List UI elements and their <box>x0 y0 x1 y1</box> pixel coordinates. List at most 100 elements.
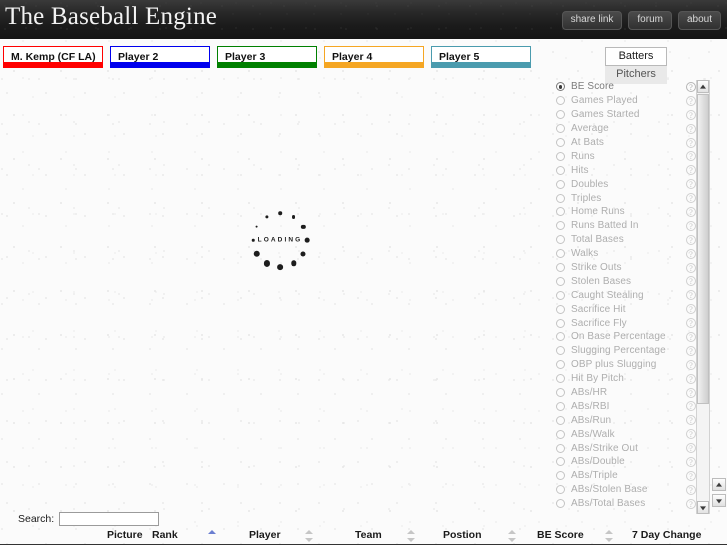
stat-option-row[interactable]: ABs/Stolen Base? <box>550 483 698 497</box>
help-icon[interactable]: ? <box>686 248 696 259</box>
help-icon[interactable]: ? <box>686 429 696 440</box>
stat-radio-button[interactable] <box>556 304 565 314</box>
stat-radio-button[interactable] <box>556 429 565 439</box>
stat-list-scrollbar[interactable] <box>696 80 710 514</box>
page-scroll-up-icon[interactable] <box>712 478 726 491</box>
stat-option-row[interactable]: Games Started? <box>550 108 698 122</box>
help-icon[interactable]: ? <box>686 276 696 287</box>
column-header-7-day-change[interactable]: 7 Day Change <box>632 529 701 541</box>
stat-option-row[interactable]: Slugging Percentage? <box>550 344 698 358</box>
stat-radio-button[interactable] <box>556 207 565 217</box>
column-header-picture[interactable]: Picture <box>107 529 143 541</box>
help-icon[interactable]: ? <box>686 290 696 301</box>
help-icon[interactable]: ? <box>686 373 696 384</box>
stat-option-row[interactable]: Triples? <box>550 191 698 205</box>
stat-option-row[interactable]: Sacrifice Hit? <box>550 302 698 316</box>
player-tab-3[interactable]: Player 3 <box>217 46 317 68</box>
stat-option-row[interactable]: ABs/Run? <box>550 413 698 427</box>
help-icon[interactable]: ? <box>686 415 696 426</box>
stat-radio-button[interactable] <box>556 332 565 342</box>
stat-option-row[interactable]: Doubles? <box>550 177 698 191</box>
player-tab-4[interactable]: Player 4 <box>324 46 424 68</box>
help-icon[interactable]: ? <box>686 206 696 217</box>
stat-option-row[interactable]: ABs/Triple? <box>550 469 698 483</box>
stat-radio-button[interactable] <box>556 179 565 189</box>
stat-radio-button[interactable] <box>556 124 565 134</box>
column-header-rank[interactable]: Rank <box>152 529 178 541</box>
stat-radio-button[interactable] <box>556 443 565 453</box>
stat-radio-button[interactable] <box>556 249 565 259</box>
stat-option-row[interactable]: Average? <box>550 122 698 136</box>
help-icon[interactable]: ? <box>686 456 696 467</box>
stat-option-row[interactable]: Total Bases? <box>550 233 698 247</box>
stat-radio-button[interactable] <box>556 290 565 300</box>
help-icon[interactable]: ? <box>686 137 696 148</box>
stat-radio-button[interactable] <box>556 138 565 147</box>
help-icon[interactable]: ? <box>686 220 696 231</box>
stat-option-row[interactable]: ABs/Walk? <box>550 427 698 441</box>
sort-arrow-icon[interactable] <box>407 530 415 542</box>
scroll-up-icon[interactable] <box>697 80 709 93</box>
stat-option-row[interactable]: Runs Batted In? <box>550 219 698 233</box>
stat-option-row[interactable]: Sacrifice Fly? <box>550 316 698 330</box>
stat-option-row[interactable]: ABs/Total Bases? <box>550 497 698 511</box>
page-scrollbar[interactable] <box>712 78 727 514</box>
help-icon[interactable]: ? <box>686 95 696 106</box>
stat-radio-button[interactable] <box>556 485 565 495</box>
player-tab-5[interactable]: Player 5 <box>431 46 531 68</box>
help-icon[interactable]: ? <box>686 109 696 120</box>
stat-option-row[interactable]: On Base Percentage? <box>550 330 698 344</box>
forum-button[interactable]: forum <box>628 11 672 30</box>
about-button[interactable]: about <box>677 11 721 30</box>
column-header-player[interactable]: Player <box>249 529 281 541</box>
help-icon[interactable]: ? <box>686 331 696 342</box>
sort-arrow-icon[interactable] <box>305 530 313 542</box>
stat-radio-button[interactable] <box>556 221 565 231</box>
stat-radio-button[interactable] <box>556 110 565 120</box>
stat-radio-button[interactable] <box>556 457 565 467</box>
stat-option-row[interactable]: ABs/RBI? <box>550 399 698 413</box>
stat-radio-button[interactable] <box>556 346 565 356</box>
sort-arrow-icon[interactable] <box>208 530 216 542</box>
stat-radio-button[interactable] <box>556 471 565 481</box>
sort-arrow-icon[interactable] <box>508 530 516 542</box>
help-icon[interactable]: ? <box>686 443 696 454</box>
help-icon[interactable]: ? <box>686 470 696 481</box>
stat-radio-button[interactable] <box>556 82 565 92</box>
stat-option-row[interactable]: Hits? <box>550 163 698 177</box>
stat-option-row[interactable]: At Bats? <box>550 136 698 150</box>
stat-option-row[interactable]: Runs? <box>550 149 698 163</box>
help-icon[interactable]: ? <box>686 401 696 412</box>
help-icon[interactable]: ? <box>686 234 696 245</box>
stat-radio-button[interactable] <box>556 388 565 398</box>
stat-option-row[interactable]: Walks? <box>550 247 698 261</box>
share-link-button[interactable]: share link <box>561 11 623 30</box>
stat-radio-button[interactable] <box>556 318 565 328</box>
stat-option-row[interactable]: Stolen Bases? <box>550 274 698 288</box>
help-icon[interactable]: ? <box>686 151 696 162</box>
help-icon[interactable]: ? <box>686 193 696 204</box>
stat-option-row[interactable]: ABs/Double? <box>550 455 698 469</box>
stat-option-row[interactable]: Strike Outs? <box>550 261 698 275</box>
column-header-team[interactable]: Team <box>355 529 382 541</box>
help-icon[interactable]: ? <box>686 262 696 273</box>
help-icon[interactable]: ? <box>686 81 696 92</box>
help-icon[interactable]: ? <box>686 484 696 495</box>
batters-button[interactable]: Batters <box>605 47 667 66</box>
stat-radio-button[interactable] <box>556 165 565 175</box>
stat-option-row[interactable]: Caught Stealing? <box>550 288 698 302</box>
stat-radio-button[interactable] <box>556 96 565 106</box>
stat-radio-button[interactable] <box>556 374 565 384</box>
help-icon[interactable]: ? <box>686 318 696 329</box>
stat-radio-button[interactable] <box>556 263 565 273</box>
help-icon[interactable]: ? <box>686 498 696 509</box>
scrollbar-thumb[interactable] <box>697 94 709 404</box>
help-icon[interactable]: ? <box>686 179 696 190</box>
stat-option-row[interactable]: ABs/Strike Out? <box>550 441 698 455</box>
scroll-down-icon[interactable] <box>697 501 709 514</box>
help-icon[interactable]: ? <box>686 123 696 134</box>
stat-radio-button[interactable] <box>556 193 565 203</box>
stat-option-row[interactable]: ABs/HR? <box>550 386 698 400</box>
help-icon[interactable]: ? <box>686 359 696 370</box>
search-input[interactable] <box>59 512 160 526</box>
